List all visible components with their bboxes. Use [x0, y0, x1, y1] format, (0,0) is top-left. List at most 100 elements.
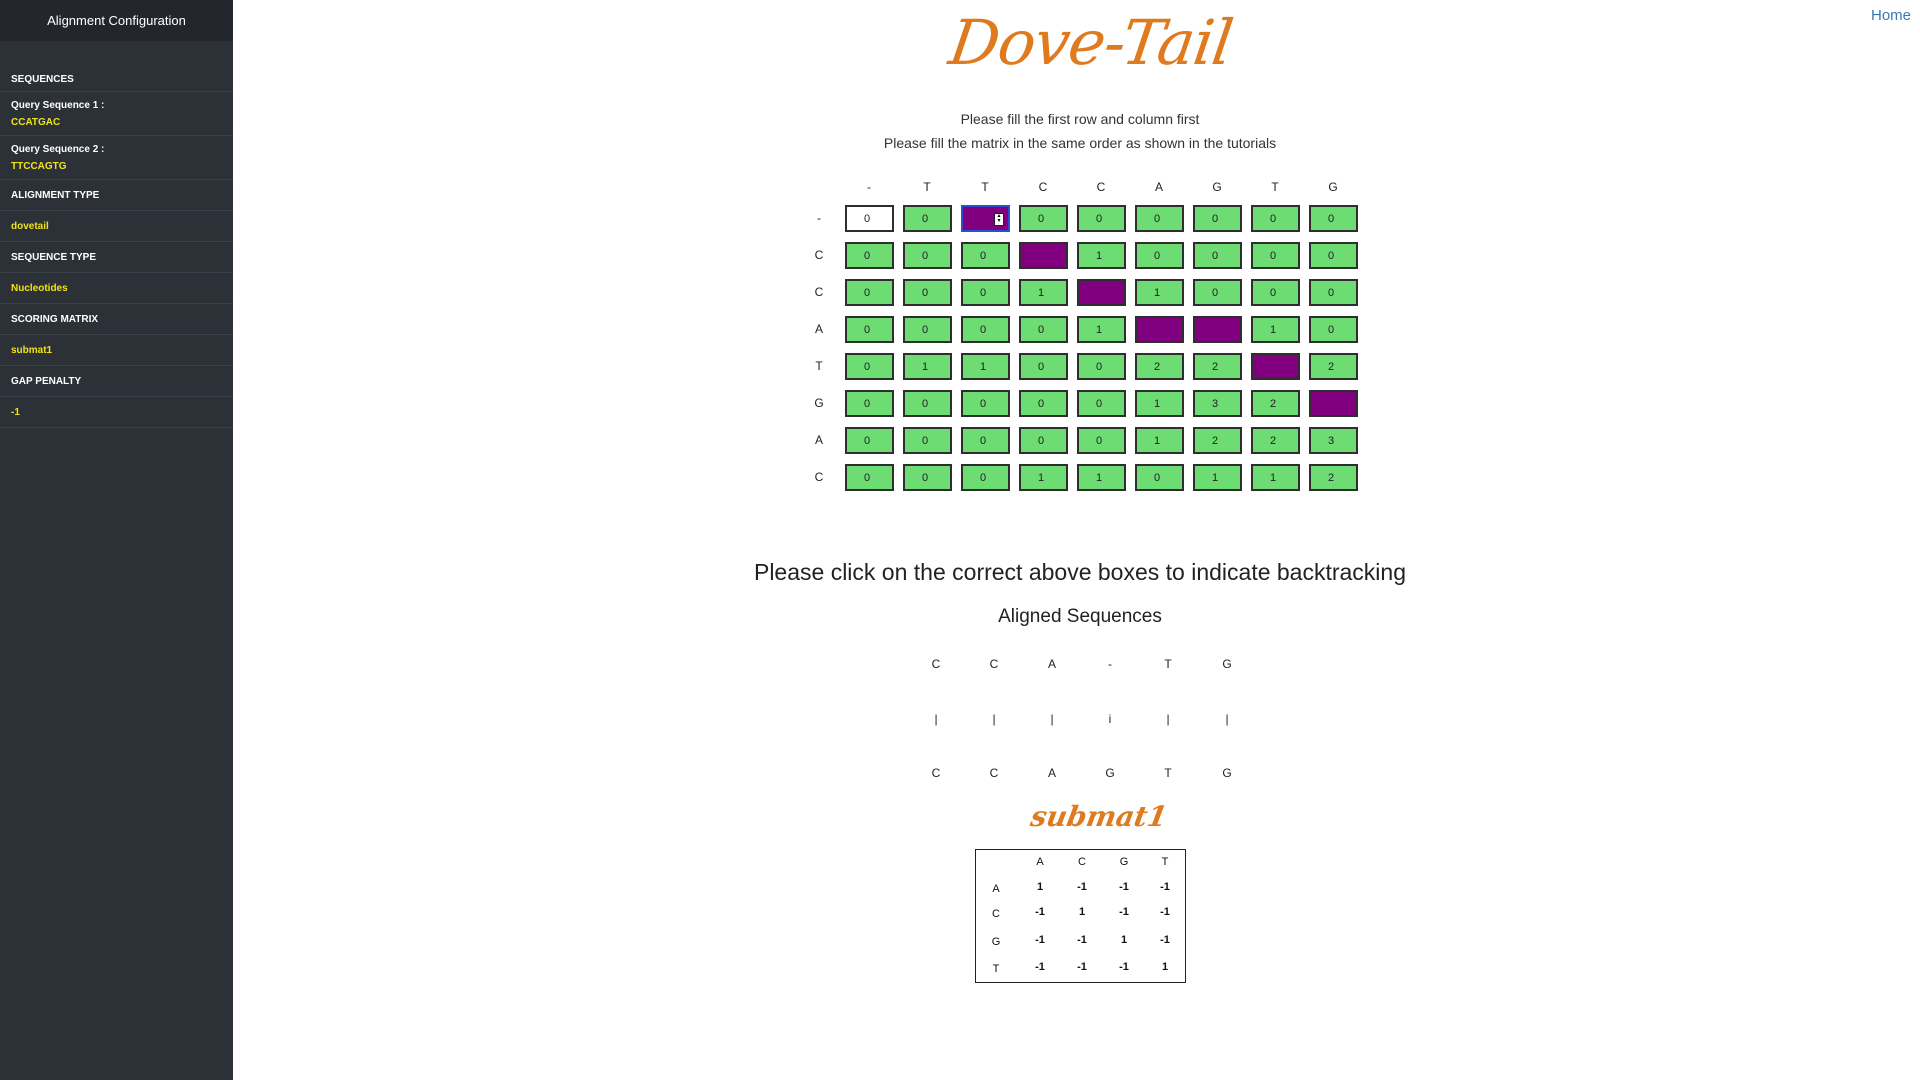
matrix-cell[interactable]: 1: [903, 353, 952, 380]
matrix-cell[interactable]: 0: [1309, 279, 1358, 306]
submat-row-header: A: [992, 883, 1000, 895]
matrix-cell[interactable]: 0: [1077, 427, 1126, 454]
aligned-char-mid: |: [1166, 712, 1170, 726]
matrix-cell[interactable]: 0: [961, 279, 1010, 306]
matrix-cell[interactable]: [1019, 242, 1068, 269]
matrix-cell[interactable]: 0: [903, 242, 952, 269]
matrix-row-header: T: [815, 359, 823, 373]
matrix-cell[interactable]: 0: [961, 427, 1010, 454]
matrix-cell[interactable]: 0: [1019, 390, 1068, 417]
matrix-cell[interactable]: 0: [1193, 279, 1242, 306]
aligned-char-bottom: A: [1047, 766, 1056, 780]
matrix-cell[interactable]: 2: [1309, 464, 1358, 491]
submat-value: -1: [1035, 961, 1045, 973]
matrix-cell[interactable]: 0: [1309, 205, 1358, 232]
scoring-matrix-heading: SCORING MATRIX: [0, 304, 233, 335]
matrix-cell[interactable]: 0: [845, 205, 894, 232]
matrix-cell[interactable]: 0: [845, 316, 894, 343]
matrix-cell[interactable]: 0: [845, 464, 894, 491]
matrix-cell[interactable]: 0: [903, 316, 952, 343]
aligned-char-bottom: G: [1105, 766, 1115, 780]
matrix-cell[interactable]: [1193, 316, 1242, 343]
matrix-cell[interactable]: 0: [961, 390, 1010, 417]
matrix-cell[interactable]: 1: [1135, 279, 1184, 306]
matrix-cell[interactable]: [1135, 316, 1184, 343]
matrix-cell[interactable]: 0: [1077, 353, 1126, 380]
matrix-cell[interactable]: ▴ ▾: [961, 205, 1010, 232]
matrix-cell[interactable]: 0: [1135, 464, 1184, 491]
matrix-cell[interactable]: 0: [1077, 390, 1126, 417]
scoring-matrix-value: submat1: [0, 335, 233, 366]
matrix-cell[interactable]: 0: [961, 242, 1010, 269]
matrix-cell[interactable]: [1077, 279, 1126, 306]
backtrack-prompt: Please click on the correct above boxes …: [753, 559, 1407, 585]
matrix-col-header: T: [1271, 180, 1279, 194]
submat-value: -1: [1160, 906, 1170, 918]
matrix-cell[interactable]: 1: [1077, 242, 1126, 269]
aligned-char-mid: |: [934, 712, 938, 726]
matrix-cell[interactable]: [1309, 390, 1358, 417]
matrix-cell[interactable]: 2: [1135, 353, 1184, 380]
matrix-cell[interactable]: 0: [1019, 316, 1068, 343]
matrix-cell[interactable]: 0: [903, 427, 952, 454]
submat-col-header: G: [1119, 856, 1129, 868]
dove-tail-logo: Dove-Tail: [944, 6, 1237, 79]
matrix-cell[interactable]: 0: [1251, 279, 1300, 306]
matrix-cell[interactable]: 1: [1077, 464, 1126, 491]
matrix-cell[interactable]: 1: [961, 353, 1010, 380]
matrix-cell[interactable]: 0: [845, 242, 894, 269]
matrix-cell[interactable]: 0: [903, 464, 952, 491]
matrix-cell[interactable]: 1: [1251, 316, 1300, 343]
matrix-cell[interactable]: 0: [903, 205, 952, 232]
submat-col-header: T: [1161, 856, 1169, 868]
matrix-cell[interactable]: 2: [1251, 390, 1300, 417]
matrix-cell[interactable]: 3: [1309, 427, 1358, 454]
matrix-cell[interactable]: 0: [1135, 242, 1184, 269]
matrix-cell[interactable]: 0: [1077, 205, 1126, 232]
matrix-cell[interactable]: 1: [1019, 279, 1068, 306]
submat-row-header: T: [992, 963, 1000, 975]
matrix-cell[interactable]: 0: [1251, 242, 1300, 269]
submat-title: submat1: [1028, 800, 1170, 833]
matrix-row-header: C: [814, 470, 824, 484]
submat-value: -1: [1119, 961, 1129, 973]
matrix-cell[interactable]: 0: [903, 279, 952, 306]
matrix-cell[interactable]: 3: [1193, 390, 1242, 417]
matrix-cell[interactable]: 0: [845, 390, 894, 417]
matrix-cell[interactable]: 0: [845, 279, 894, 306]
matrix-cell[interactable]: 0: [845, 353, 894, 380]
submat-value: -1: [1119, 906, 1129, 918]
matrix-cell[interactable]: 0: [1019, 205, 1068, 232]
matrix-cell[interactable]: 0: [1309, 316, 1358, 343]
matrix-cell[interactable]: 1: [1193, 464, 1242, 491]
matrix-cell[interactable]: 0: [1251, 205, 1300, 232]
matrix-cell[interactable]: 1: [1077, 316, 1126, 343]
matrix-cell[interactable]: 1: [1135, 427, 1184, 454]
matrix-cell[interactable]: 0: [1193, 205, 1242, 232]
matrix-col-header: A: [1154, 180, 1163, 194]
home-link[interactable]: Home: [1871, 7, 1911, 24]
matrix-cell[interactable]: 0: [961, 464, 1010, 491]
gap-penalty-value: -1: [0, 397, 233, 428]
matrix-cell[interactable]: 0: [1019, 353, 1068, 380]
matrix-cell[interactable]: 0: [1193, 242, 1242, 269]
matrix-cell[interactable]: 1: [1019, 464, 1068, 491]
matrix-cell[interactable]: 1: [1135, 390, 1184, 417]
alignment-type-heading: ALIGNMENT TYPE: [0, 180, 233, 211]
matrix-cell[interactable]: 2: [1309, 353, 1358, 380]
submat-value: -1: [1119, 881, 1129, 893]
submat-value: -1: [1035, 906, 1045, 918]
matrix-cell[interactable]: 2: [1193, 353, 1242, 380]
matrix-cell[interactable]: 0: [845, 427, 894, 454]
matrix-cell[interactable]: 0: [1135, 205, 1184, 232]
number-spinner-icon[interactable]: ▴ ▾: [994, 213, 1004, 226]
matrix-cell[interactable]: 2: [1193, 427, 1242, 454]
matrix-cell[interactable]: 0: [1309, 242, 1358, 269]
matrix-cell[interactable]: 1: [1251, 464, 1300, 491]
matrix-cell[interactable]: [1251, 353, 1300, 380]
matrix-cell[interactable]: 0: [1019, 427, 1068, 454]
matrix-cell[interactable]: 2: [1251, 427, 1300, 454]
query-sequence-2-label: Query Sequence 2 :: [11, 144, 105, 155]
matrix-cell[interactable]: 0: [903, 390, 952, 417]
matrix-cell[interactable]: 0: [961, 316, 1010, 343]
